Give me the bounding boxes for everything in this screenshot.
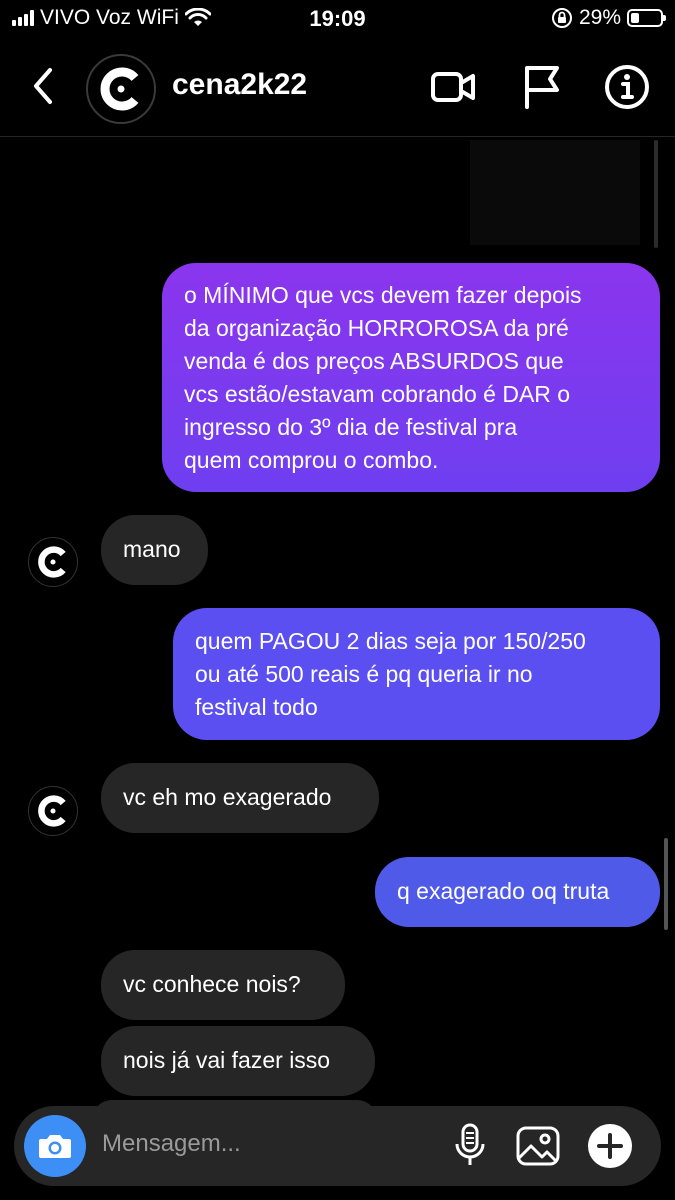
message-line: ingresso do 3º dia de festival pra — [184, 414, 518, 440]
video-call-icon[interactable] — [428, 62, 478, 112]
status-right: 29% — [551, 6, 666, 30]
received-message-bubble[interactable]: nois já vai fazer isso — [101, 1026, 375, 1096]
battery-level — [631, 13, 639, 23]
shared-media-remnant — [470, 140, 640, 245]
message-line: vcs estão/estavam cobrando é DAR o — [184, 381, 571, 407]
add-icon[interactable] — [586, 1122, 634, 1170]
camera-icon — [39, 1135, 71, 1158]
sender-avatar[interactable] — [28, 537, 78, 587]
message-input[interactable]: Mensagem... — [102, 1130, 241, 1158]
profile-logo-icon — [38, 546, 66, 578]
message-line: o MÍNIMO que vcs devem fazer depois — [184, 282, 582, 308]
message-line: da organização HORROROSA da pré — [184, 315, 569, 341]
message-text: vc eh mo exagerado — [123, 784, 332, 810]
sent-message-bubble[interactable]: q exagerado oq truta — [375, 857, 660, 927]
received-message-bubble[interactable]: mano — [101, 515, 208, 585]
message-text: nois já vai fazer isso — [123, 1047, 331, 1073]
info-icon[interactable] — [602, 62, 652, 112]
flag-icon[interactable] — [517, 62, 567, 112]
battery-percent: 29% — [578, 6, 621, 29]
message-text: q exagerado oq truta — [397, 878, 610, 904]
sender-avatar[interactable] — [28, 786, 78, 836]
battery-icon — [627, 9, 666, 27]
sent-message-bubble[interactable]: o MÍNIMO que vcs devem fazer depois da o… — [162, 263, 660, 492]
chat-header: cena2k22 — [0, 40, 675, 137]
status-bar: VIVO Voz WiFi 19:09 29% — [0, 0, 675, 40]
message-line: venda é dos preços ABSURDOS que — [184, 348, 564, 374]
camera-button[interactable] — [24, 1115, 86, 1177]
orientation-lock-icon — [551, 8, 572, 28]
message-text: vc conhece nois? — [123, 971, 301, 997]
received-message-bubble[interactable]: vc eh mo exagerado — [101, 763, 379, 833]
back-icon[interactable] — [26, 64, 60, 108]
gallery-icon[interactable] — [514, 1122, 562, 1170]
scrollbar[interactable] — [664, 838, 668, 930]
scrollbar[interactable] — [654, 140, 658, 248]
avatar[interactable] — [86, 54, 156, 124]
microphone-icon[interactable] — [450, 1122, 490, 1172]
message-line: quem comprou o combo. — [184, 447, 439, 473]
message-line: quem PAGOU 2 dias seja por 150/250 — [195, 628, 586, 654]
message-line: festival todo — [195, 694, 318, 720]
profile-logo-icon — [38, 795, 66, 827]
message-line: ou até 500 reais é pq queria ir no — [195, 661, 533, 687]
sent-message-bubble[interactable]: quem PAGOU 2 dias seja por 150/250 ou at… — [173, 608, 660, 740]
chat-username[interactable]: cena2k22 — [172, 68, 307, 102]
received-message-bubble[interactable]: vc conhece nois? — [101, 950, 345, 1020]
profile-logo-icon — [100, 67, 139, 111]
message-composer: Mensagem... — [14, 1106, 661, 1186]
message-text: mano — [123, 536, 181, 562]
